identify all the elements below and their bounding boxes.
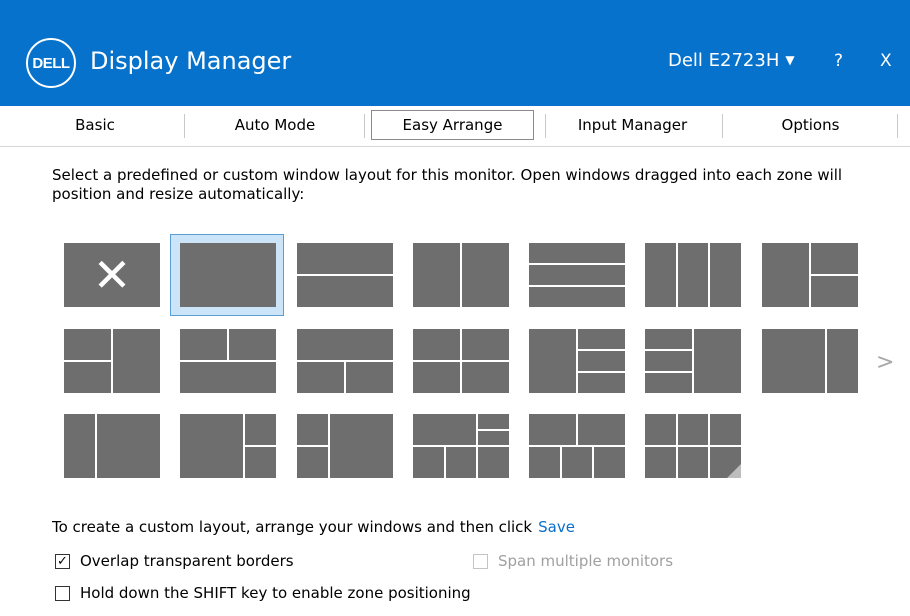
- overlap-borders-label: Overlap transparent borders: [80, 552, 294, 570]
- layout-two-rows[interactable]: [297, 243, 393, 307]
- shift-key-checkbox[interactable]: [55, 585, 70, 601]
- display-manager-window: DELL Display Manager Dell E2723H ▼ ? X Ba…: [0, 0, 910, 616]
- tab-divider: [545, 114, 546, 138]
- layout-top-and-bottom-split[interactable]: [297, 329, 393, 393]
- layout-left-split-and-right[interactable]: [64, 329, 160, 393]
- monitor-selector[interactable]: Dell E2723H ▼: [668, 50, 795, 71]
- title-bar: DELL Display Manager Dell E2723H ▼ ? X: [0, 0, 910, 106]
- tab-divider: [897, 114, 898, 138]
- tab-bar: Basic Auto Mode Easy Arrange Input Manag…: [0, 106, 910, 147]
- layout-left-three-and-right[interactable]: [645, 329, 741, 393]
- tab-divider: [722, 114, 723, 138]
- tab-auto-mode[interactable]: Auto Mode: [190, 110, 360, 140]
- layout-wide-left-right-split[interactable]: [180, 414, 276, 478]
- monitor-name: Dell E2723H: [668, 50, 780, 71]
- next-page-chevron-icon[interactable]: >: [876, 350, 894, 375]
- dell-logo: DELL: [26, 38, 76, 88]
- custom-layout-instruction: To create a custom layout, arrange your …: [52, 518, 575, 536]
- close-icon: ✕: [92, 248, 132, 302]
- layout-wide-left-narrow-right[interactable]: [762, 329, 858, 393]
- layout-left-split-wide-right[interactable]: [297, 414, 393, 478]
- app-title: Display Manager: [90, 47, 292, 75]
- layout-none[interactable]: ✕: [64, 243, 160, 307]
- instructions-text: Select a predefined or custom window lay…: [52, 166, 843, 203]
- logo-text: DELL: [32, 54, 70, 72]
- layout-full[interactable]: [180, 243, 276, 307]
- caret-down-icon: ▼: [785, 53, 795, 67]
- tab-input-manager[interactable]: Input Manager: [550, 110, 715, 140]
- tab-basic[interactable]: Basic: [10, 110, 180, 140]
- layout-top-split-and-bottom[interactable]: [180, 329, 276, 393]
- layout-four-quadrants[interactable]: [413, 329, 509, 393]
- tab-easy-arrange[interactable]: Easy Arrange: [371, 110, 534, 140]
- layout-three-columns[interactable]: [645, 243, 741, 307]
- tab-divider: [364, 114, 365, 138]
- overlap-borders-checkbox[interactable]: ✓: [55, 553, 70, 569]
- span-monitors-checkbox: [473, 553, 488, 569]
- shift-key-option[interactable]: Hold down the SHIFT key to enable zone p…: [55, 584, 471, 602]
- save-link[interactable]: Save: [538, 518, 575, 536]
- layout-top-split-bottom-three[interactable]: [413, 414, 509, 478]
- layout-narrow-left-wide-right[interactable]: [64, 414, 160, 478]
- custom-layout-text: To create a custom layout, arrange your …: [52, 518, 533, 536]
- tab-divider: [184, 114, 185, 138]
- help-button[interactable]: ?: [834, 51, 843, 71]
- layout-three-rows[interactable]: [529, 243, 625, 307]
- shift-key-label: Hold down the SHIFT key to enable zone p…: [80, 584, 471, 602]
- overlap-borders-option[interactable]: ✓ Overlap transparent borders: [55, 552, 294, 570]
- layout-top-two-bottom-three[interactable]: [529, 414, 625, 478]
- layout-left-and-right-split[interactable]: [762, 243, 858, 307]
- layout-left-and-right-three[interactable]: [529, 329, 625, 393]
- span-monitors-option: Span multiple monitors: [473, 552, 673, 570]
- span-monitors-label: Span multiple monitors: [498, 552, 674, 570]
- layout-two-columns[interactable]: [413, 243, 509, 307]
- tab-options[interactable]: Options: [728, 110, 893, 140]
- layout-six-grid[interactable]: [645, 414, 741, 478]
- close-button[interactable]: X: [880, 51, 892, 71]
- resize-grip-icon: [727, 464, 741, 478]
